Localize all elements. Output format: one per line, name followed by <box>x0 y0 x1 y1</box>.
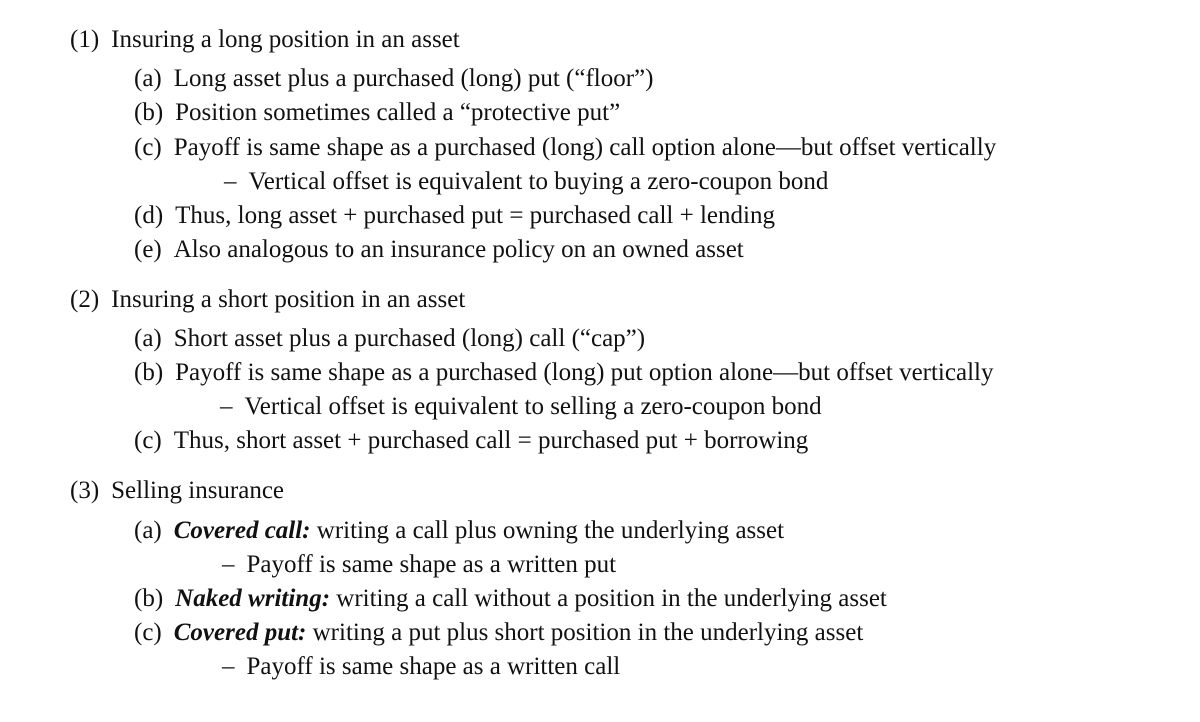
list-item: (a) Covered call: writing a call plus own… <box>134 516 784 546</box>
section-number: (1) <box>70 26 100 53</box>
section-title: Insuring a short position in an asset <box>111 286 466 313</box>
dash: – <box>220 393 233 420</box>
sub-item-text: Payoff is same shape as a written put <box>246 551 617 578</box>
list-item: (e) Also analogous to an insurance policy… <box>134 235 744 265</box>
item-text: writing a call plus owning the underlyin… <box>316 517 785 544</box>
item-text: Long asset plus a purchased (long) put (… <box>173 65 654 92</box>
list-item: (b) Naked writing: writing a call without… <box>134 584 887 614</box>
item-label: (b) <box>134 359 164 386</box>
item-label: (b) <box>134 99 164 126</box>
item-label: (c) <box>134 134 162 161</box>
list-item: (c) Thus, short asset + purchased call = … <box>134 426 808 456</box>
item-label: (c) <box>134 427 162 454</box>
section-title: Selling insurance <box>111 477 285 504</box>
item-term: Covered call: <box>173 517 311 544</box>
item-text: Payoff is same shape as a purchased (lon… <box>175 359 994 386</box>
sub-item-text: Vertical offset is equivalent to buying … <box>248 168 829 195</box>
sub-item-text: Vertical offset is equivalent to selling… <box>244 393 822 420</box>
section-2-heading: (2) Insuring a short position in an asset <box>70 285 465 315</box>
document-page: { "sections": [ { "number": "(1)", "titl… <box>0 0 1200 722</box>
item-label: (a) <box>134 325 162 352</box>
item-text: Also analogous to an insurance policy on… <box>173 236 744 263</box>
section-1-heading: (1) Insuring a long position in an asset <box>70 25 460 55</box>
sub-item-text: Payoff is same shape as a written call <box>246 653 621 680</box>
sub-item: – Payoff is same shape as a written put <box>222 550 616 580</box>
section-number: (3) <box>70 477 100 504</box>
item-label: (a) <box>134 517 162 544</box>
item-label: (b) <box>134 585 164 612</box>
list-item: (c) Covered put: writing a put plus short… <box>134 618 863 648</box>
item-text: Position sometimes called a “protective … <box>175 99 621 126</box>
item-label: (a) <box>134 65 162 92</box>
sub-item: – Vertical offset is equivalent to buying… <box>224 167 828 197</box>
list-item: (a) Short asset plus a purchased (long) c… <box>134 324 645 354</box>
section-title: Insuring a long position in an asset <box>111 26 460 53</box>
list-item: (d) Thus, long asset + purchased put = pu… <box>134 201 775 231</box>
sub-item: – Payoff is same shape as a written call <box>222 652 620 682</box>
sub-item: – Vertical offset is equivalent to sellin… <box>220 392 822 422</box>
list-item: (b) Position sometimes called a “protecti… <box>134 98 620 128</box>
item-term: Naked writing: <box>175 585 331 612</box>
item-text: Thus, long asset + purchased put = purch… <box>175 202 775 229</box>
dash: – <box>224 168 237 195</box>
section-3-heading: (3) Selling insurance <box>70 476 284 506</box>
item-text: writing a put plus short position in the… <box>312 619 864 646</box>
item-text: Short asset plus a purchased (long) call… <box>173 325 646 352</box>
section-number: (2) <box>70 286 100 313</box>
item-term: Covered put: <box>173 619 307 646</box>
item-text: Payoff is same shape as a purchased (lon… <box>173 134 997 161</box>
dash: – <box>222 653 235 680</box>
list-item: (b) Payoff is same shape as a purchased (… <box>134 358 993 388</box>
item-text: writing a call without a position in the… <box>336 585 887 612</box>
item-label: (e) <box>134 236 162 263</box>
item-text: Thus, short asset + purchased call = pur… <box>173 427 809 454</box>
dash: – <box>222 551 235 578</box>
item-label: (c) <box>134 619 162 646</box>
list-item: (a) Long asset plus a purchased (long) pu… <box>134 64 653 94</box>
item-label: (d) <box>134 202 164 229</box>
list-item: (c) Payoff is same shape as a purchased (… <box>134 133 996 163</box>
